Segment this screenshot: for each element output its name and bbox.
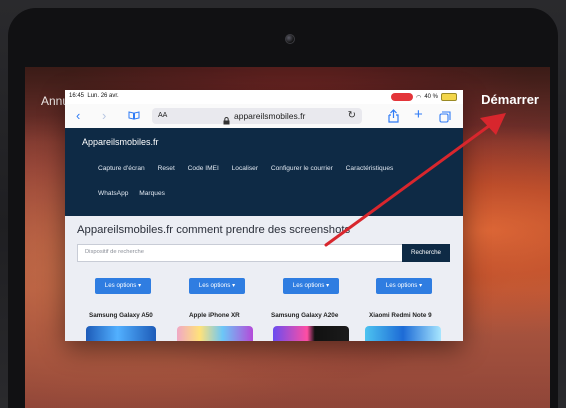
recording-indicator <box>391 93 414 101</box>
search-placeholder: Dispositif de recherche <box>85 249 144 255</box>
back-chevron-icon[interactable]: ‹ <box>76 109 80 122</box>
ipad-screen-stage: Annuler Accès guidé Démarrer 16:45 Lun. … <box>0 0 566 408</box>
bookmarks-icon[interactable] <box>128 111 140 120</box>
status-time-date: 16:45 Lun. 26 avr. <box>69 93 119 99</box>
battery-percent: 40 % <box>424 94 438 100</box>
menu-item-marques[interactable]: Marques <box>139 190 165 197</box>
phone-image-1[interactable] <box>86 326 156 341</box>
app-preview-screenshot[interactable]: 16:45 Lun. 26 avr. ◠ 40 % ‹ › AA apparei… <box>65 90 463 341</box>
front-camera <box>285 34 295 44</box>
search-button[interactable]: Recherche <box>402 244 450 262</box>
reload-icon[interactable]: ↻ <box>348 110 356 121</box>
phone-image-3[interactable] <box>273 326 349 341</box>
safari-toolbar: ‹ › AA appareilsmobiles.fr ↻ + <box>65 104 463 129</box>
tabs-overview-icon[interactable] <box>439 110 451 123</box>
options-dropdown-1[interactable]: Les options ▾ <box>95 278 151 294</box>
start-button[interactable]: Démarrer <box>481 92 539 107</box>
phone-name-4[interactable]: Xiaomi Redmi Note 9 <box>369 312 432 319</box>
site-header: Appareilsmobiles.fr Capture d'écran Rese… <box>65 128 463 216</box>
status-date: Lun. 26 avr. <box>87 93 119 99</box>
search-input[interactable]: Dispositif de recherche <box>77 244 403 262</box>
menu-item-localiser[interactable]: Localiser <box>232 165 258 172</box>
lock-icon <box>223 112 230 125</box>
options-dropdown-3[interactable]: Les options ▾ <box>283 278 339 294</box>
site-content: Appareilsmobiles.fr comment prendre des … <box>65 216 463 341</box>
battery-icon <box>441 93 457 101</box>
status-bar: 16:45 Lun. 26 avr. ◠ 40 % <box>65 90 463 104</box>
site-brand[interactable]: Appareilsmobiles.fr <box>82 137 159 147</box>
new-tab-icon[interactable]: + <box>414 106 423 123</box>
phone-name-2[interactable]: Apple iPhone XR <box>189 312 240 319</box>
menu-item-caracteristiques[interactable]: Caractéristiques <box>346 165 394 172</box>
menu-item-reset[interactable]: Reset <box>158 165 175 172</box>
address-bar[interactable]: AA appareilsmobiles.fr ↻ <box>152 108 362 125</box>
text-size-button[interactable]: AA <box>158 112 167 119</box>
menu-item-code-imei[interactable]: Code IMEI <box>188 165 219 172</box>
status-time: 16:45 <box>69 93 85 99</box>
phone-name-1[interactable]: Samsung Galaxy A50 <box>89 312 153 319</box>
options-dropdown-4[interactable]: Les options ▾ <box>376 278 432 294</box>
options-dropdown-2[interactable]: Les options ▾ <box>189 278 245 294</box>
phone-image-2[interactable] <box>177 326 253 341</box>
forward-chevron-icon[interactable]: › <box>102 109 106 122</box>
site-menu-row-1: Capture d'écran Reset Code IMEI Localise… <box>98 165 404 172</box>
menu-item-configurer-courrier[interactable]: Configurer le courrier <box>271 165 333 172</box>
site-menu-row-2: WhatsApp Marques <box>98 190 174 197</box>
wifi-icon: ◠ <box>416 94 422 101</box>
share-icon[interactable] <box>387 109 400 123</box>
status-right: ◠ 40 % <box>391 93 457 101</box>
phone-name-3[interactable]: Samsung Galaxy A20e <box>271 312 338 319</box>
url-text: appareilsmobiles.fr <box>234 111 306 121</box>
menu-item-capture[interactable]: Capture d'écran <box>98 165 145 172</box>
page-title: Appareilsmobiles.fr comment prendre des … <box>77 224 351 236</box>
phone-image-4[interactable] <box>365 326 441 341</box>
menu-item-whatsapp[interactable]: WhatsApp <box>98 190 128 197</box>
